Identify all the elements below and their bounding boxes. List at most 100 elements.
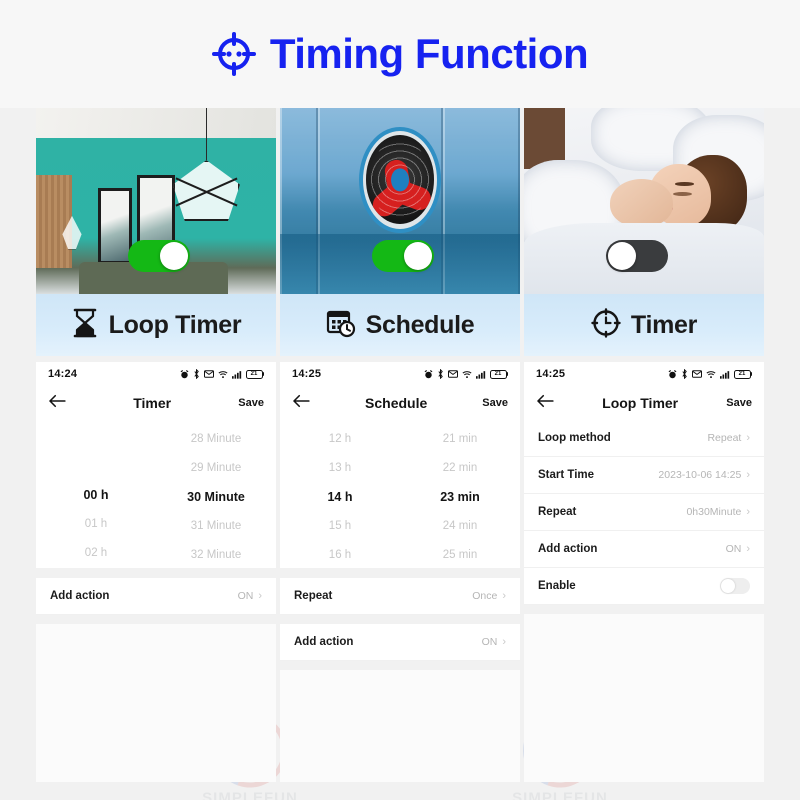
page-title: Timing Function [269, 30, 589, 77]
chevron-right-icon: › [746, 542, 750, 555]
nav-title: Schedule [365, 395, 428, 411]
save-button[interactable]: Save [482, 397, 508, 409]
time-picker[interactable]: 00 h 01 h 02 h 28 Minute 29 Minute 30 Mi… [36, 420, 276, 568]
chevron-right-icon: › [502, 589, 506, 602]
save-button[interactable]: Save [726, 397, 752, 409]
row-label: Loop method [538, 432, 611, 444]
picker-item-selected[interactable]: 23 min [440, 483, 480, 512]
mail-icon [447, 370, 458, 378]
feature-card-loop-timer[interactable]: Loop Timer [36, 108, 276, 356]
picker-item[interactable]: 29 Minute [191, 454, 242, 483]
toggle-knob [160, 242, 188, 270]
picker-item[interactable]: 13 h [329, 454, 351, 483]
chevron-right-icon: › [746, 431, 750, 444]
row-value: Once [472, 590, 498, 602]
picker-item[interactable]: 31 Minute [191, 512, 242, 541]
card-label: Timer [630, 310, 698, 339]
picker-item[interactable]: 16 h [329, 541, 351, 570]
back-arrow-icon[interactable] [536, 394, 554, 413]
picker-item-selected[interactable]: 14 h [327, 483, 352, 512]
row-value: ON [481, 636, 498, 648]
phone-screen-timer: 14:24 21 Timer Save 00 h 01 h 02 h 28 Mi… [36, 362, 276, 782]
toggle-knob [721, 579, 735, 593]
wifi-icon [217, 370, 228, 378]
battery-icon: 21 [489, 369, 508, 379]
section-divider [280, 568, 520, 578]
section-divider [280, 661, 520, 670]
toggle-knob [404, 242, 432, 270]
section-divider [36, 568, 276, 578]
row-label: Add action [294, 636, 354, 648]
picker-column-hours[interactable]: 00 h 01 h 02 h [36, 426, 156, 568]
page-root: SS SIMPLEFUN SS SIMPLEFUN SS SIMPLEFUN S… [0, 0, 800, 800]
status-time: 14:25 [292, 368, 322, 380]
row-value: ON [725, 543, 742, 555]
picker-item[interactable]: 01 h [85, 510, 107, 539]
sleeping-woman-photo [524, 108, 764, 294]
row-label: Repeat [538, 506, 577, 518]
picker-column-hours[interactable]: 12 h 13 h 14 h 15 h 16 h [280, 426, 400, 568]
row-value: Repeat [707, 432, 742, 444]
row-label: Add action [538, 543, 598, 555]
card-label: Loop Timer [108, 310, 242, 339]
wifi-icon [461, 370, 472, 378]
status-bar: 14:25 21 [524, 362, 764, 386]
picker-item[interactable]: 02 h [85, 539, 107, 568]
section-divider [280, 615, 520, 624]
save-button[interactable]: Save [238, 397, 264, 409]
settings-rows: Loop method Repeat › Start Time 2023-10-… [524, 420, 764, 605]
phone-screenshots: 14:24 21 Timer Save 00 h 01 h 02 h 28 Mi… [0, 356, 800, 782]
row-repeat[interactable]: Repeat 0h30Minute › [524, 494, 764, 531]
mail-icon [691, 370, 702, 378]
picker-column-minutes[interactable]: 21 min 22 min 23 min 24 min 25 min [400, 426, 520, 568]
nav-bar: Schedule Save [280, 386, 520, 420]
card-label-bar: Timer [524, 294, 764, 356]
picker-item-selected[interactable]: 00 h [83, 481, 108, 510]
wifi-icon [705, 370, 716, 378]
row-label: Add action [50, 590, 110, 602]
picker-item[interactable]: 12 h [329, 425, 351, 454]
feature-card-timer[interactable]: Timer [524, 108, 764, 356]
picker-column-minutes[interactable]: 28 Minute 29 Minute 30 Minute 31 Minute … [156, 426, 276, 568]
time-picker[interactable]: 12 h 13 h 14 h 15 h 16 h 21 min 22 min 2… [280, 420, 520, 568]
row-start-time[interactable]: Start Time 2023-10-06 14:25 › [524, 457, 764, 494]
card-toggle-switch[interactable] [372, 240, 434, 272]
picker-item[interactable]: 24 min [443, 512, 478, 541]
settings-rows: Repeat Once › [280, 578, 520, 615]
settings-rows: Add action ON › [280, 624, 520, 661]
bluetooth-icon [437, 369, 443, 379]
row-add-action[interactable]: Add action ON › [280, 624, 520, 661]
battery-icon: 21 [733, 369, 752, 379]
picker-item[interactable]: 28 Minute [191, 425, 242, 454]
picker-item[interactable]: 25 min [443, 541, 478, 570]
row-label: Repeat [294, 590, 333, 602]
picker-item[interactable]: 32 Minute [191, 541, 242, 570]
status-time: 14:25 [536, 368, 566, 380]
row-add-action[interactable]: Add action ON › [36, 578, 276, 615]
row-value: 2023-10-06 14:25 [658, 469, 742, 481]
picker-item[interactable]: 22 min [443, 454, 478, 483]
enable-toggle-switch[interactable] [720, 578, 750, 594]
picker-item[interactable]: 21 min [443, 425, 478, 454]
row-add-action[interactable]: Add action ON › [524, 531, 764, 568]
nav-bar: Loop Timer Save [524, 386, 764, 420]
feature-card-schedule[interactable]: Schedule [280, 108, 520, 356]
exhaust-fan-photo [280, 108, 520, 294]
picker-item[interactable]: 15 h [329, 512, 351, 541]
row-enable[interactable]: Enable [524, 568, 764, 605]
status-time: 14:24 [48, 368, 78, 380]
row-loop-method[interactable]: Loop method Repeat › [524, 420, 764, 457]
signal-icon [475, 370, 485, 379]
calendar-clock-icon [326, 308, 356, 343]
target-clock-icon [211, 32, 256, 76]
row-repeat[interactable]: Repeat Once › [280, 578, 520, 615]
chevron-right-icon: › [746, 505, 750, 518]
back-arrow-icon[interactable] [48, 394, 66, 413]
section-divider [36, 615, 276, 624]
card-toggle-switch[interactable] [606, 240, 668, 272]
picker-item-selected[interactable]: 30 Minute [187, 483, 245, 512]
card-label: Schedule [365, 310, 475, 339]
card-toggle-switch[interactable] [128, 240, 190, 272]
back-arrow-icon[interactable] [292, 394, 310, 413]
row-label: Enable [538, 580, 576, 592]
